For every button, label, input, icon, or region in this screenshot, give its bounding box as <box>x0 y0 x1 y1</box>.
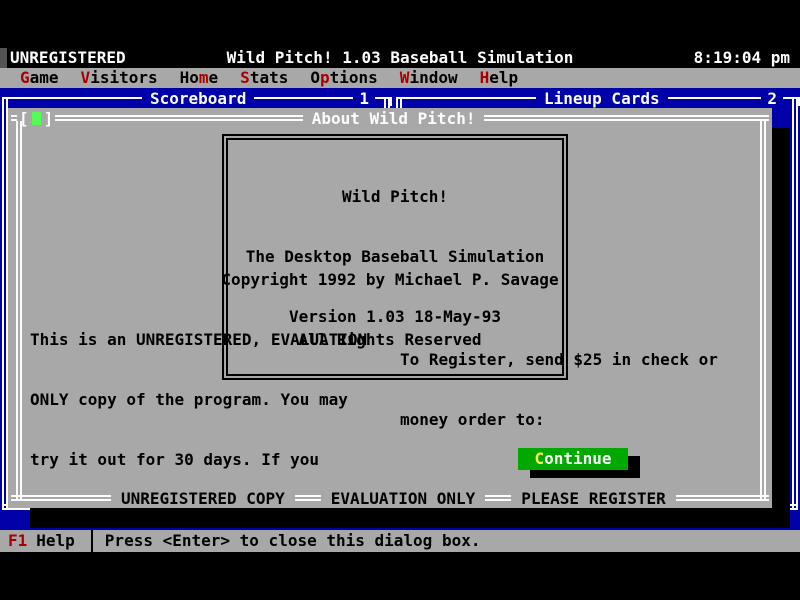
close-glyph <box>32 112 41 125</box>
footer-evaluation: EVALUATION ONLY <box>321 489 486 508</box>
statusbar-divider <box>91 530 93 552</box>
menu-options[interactable]: Options <box>310 68 377 88</box>
close-icon[interactable]: [] <box>17 109 55 128</box>
desktop: Scoreboard 1 Lineup Cards 2 <box>0 88 800 530</box>
menu-bar: Game Visitors Home Stats Options Window … <box>0 68 800 88</box>
f1-help-label[interactable]: Help <box>27 530 75 552</box>
footer-register: PLEASE REGISTER <box>511 489 676 508</box>
border-line <box>295 495 321 501</box>
evaluation-text: This is an UNREGISTERED, EVALUATION ONLY… <box>30 290 367 600</box>
register-address-2: PO Box 536, Glen Ridge, NJ 07028 <box>400 590 737 600</box>
copyright-line: Copyright 1992 by Michael P. Savage <box>8 270 772 290</box>
border-line <box>783 97 792 99</box>
dialog-title: About Wild Pitch! <box>303 109 485 128</box>
continue-button[interactable]: Continue <box>518 448 628 470</box>
border-line <box>676 495 769 501</box>
window-lineup-titlebar: Lineup Cards 2 <box>394 88 800 108</box>
window-scoreboard-titlebar: Scoreboard 1 <box>0 88 392 108</box>
screen: Wild Pitch! 1.03 Baseball Simulation UNR… <box>0 0 800 600</box>
dialog-titlebar: [] About Wild Pitch! <box>8 108 772 128</box>
menu-game[interactable]: Game <box>20 68 59 88</box>
border-line <box>485 495 511 501</box>
window-scoreboard-title[interactable]: Scoreboard <box>142 89 254 108</box>
border-line <box>375 97 384 99</box>
border-line <box>2 97 142 99</box>
border-line <box>484 115 769 121</box>
border-line <box>668 97 762 99</box>
border-line <box>55 115 302 121</box>
footer-unregistered: UNREGISTERED COPY <box>111 489 295 508</box>
dialog-footer: UNREGISTERED COPY EVALUATION ONLY PLEASE… <box>8 488 772 508</box>
statusbar-message: Press <Enter> to close this dialog box. <box>105 530 481 552</box>
window-scoreboard-number: 1 <box>353 89 375 108</box>
clock: 8:19:04 pm <box>694 48 790 68</box>
border-line <box>11 495 111 501</box>
menu-home[interactable]: Home <box>180 68 219 88</box>
registration-status: UNREGISTERED <box>10 48 126 68</box>
border-line <box>396 97 536 99</box>
title-bar: Wild Pitch! 1.03 Baseball Simulation UNR… <box>0 48 800 68</box>
border-line <box>254 97 353 99</box>
menu-stats[interactable]: Stats <box>240 68 288 88</box>
about-dialog: [] About Wild Pitch! Wild Pitch! The Des… <box>8 108 772 508</box>
menu-window[interactable]: Window <box>400 68 458 88</box>
window-border <box>792 99 798 509</box>
f1-help-key[interactable]: F1 <box>0 530 27 552</box>
status-bar: F1 Help Press <Enter> to close this dial… <box>0 530 800 552</box>
menu-visitors[interactable]: Visitors <box>81 68 158 88</box>
menu-help[interactable]: Help <box>480 68 519 88</box>
product-name: Wild Pitch! <box>228 187 562 207</box>
window-lineup-number: 2 <box>761 89 783 108</box>
window-lineup-title[interactable]: Lineup Cards <box>536 89 668 108</box>
